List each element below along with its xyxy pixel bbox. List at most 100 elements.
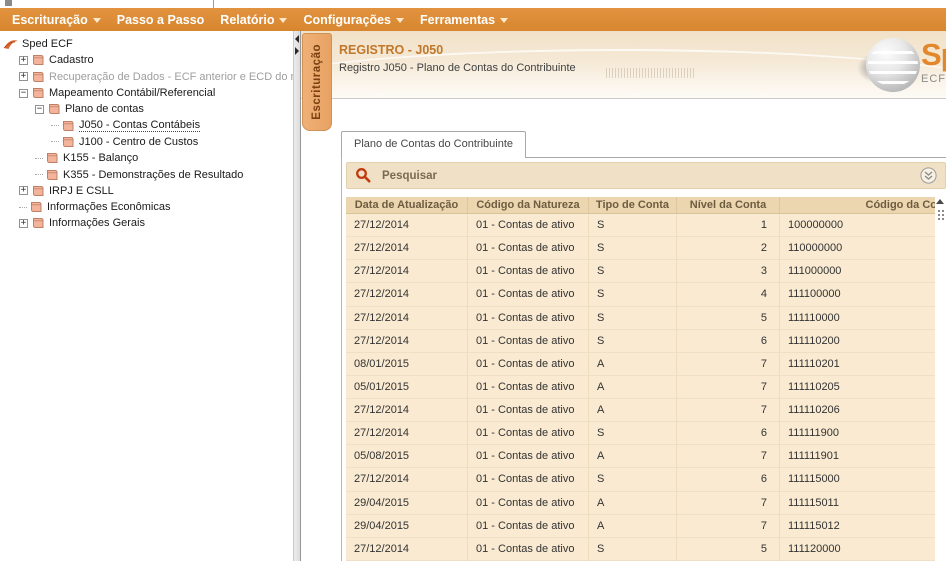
cell-nivel-conta: 6 [677,329,780,353]
tree-item-label: Informações Econômicas [47,201,171,214]
table-row[interactable]: 27/12/2014 01 - Contas de ativo S 5 11112000… [346,537,935,561]
cell-codigo-natureza: 01 - Contas de ativo [468,260,589,284]
table-row[interactable]: 08/01/2015 01 - Contas de ativo A 7 11111020… [346,352,935,376]
cell-data-atualizacao: 27/12/2014 [346,283,468,307]
table-row[interactable]: 27/12/2014 01 - Contas de ativo S 3 11100000… [346,260,935,284]
menu-item-escrituracao[interactable]: Escrituração [4,8,109,31]
cell-tipo-conta: A [589,514,677,538]
table-row[interactable]: 29/04/2015 01 - Contas de ativo A 7 11111501… [346,514,935,538]
search-label: Pesquisar [382,169,437,182]
expand-plus-icon[interactable]: + [19,218,28,228]
panel-splitter[interactable] [293,31,301,561]
cell-nivel-conta: 7 [677,375,780,399]
cell-tipo-conta: A [589,352,677,376]
menu-item-label: Ferramentas [420,12,496,27]
cell-codigo-conta: 111111900 [780,422,935,446]
cell-tipo-conta: A [589,375,677,399]
collapse-right-icon[interactable] [295,47,299,55]
collapse-minus-icon[interactable]: − [35,104,44,114]
cell-codigo-natureza: 01 - Contas de ativo [468,537,589,561]
cell-codigo-conta: 111115011 [780,492,935,515]
accounts-table: Data de Atualização Código da Natureza Tip… [346,197,935,561]
table-row[interactable]: 05/01/2015 01 - Contas de ativo A 7 11111020… [346,375,935,399]
page-title: REGISTRO - J050 [339,43,444,57]
table-row[interactable]: 29/04/2015 01 - Contas de ativo A 7 11111501… [346,491,935,515]
expand-plus-icon[interactable]: + [19,186,28,196]
cell-codigo-natureza: 01 - Contas de ativo [468,422,589,446]
expand-plus-icon[interactable]: + [19,55,28,65]
cell-codigo-conta: 111110206 [780,399,935,423]
cell-codigo-conta: 111115000 [780,468,935,492]
tree-item-plano-de[interactable]: − Plano de contas [0,101,293,117]
search-icon [356,168,371,183]
table-header-row: Data de Atualização Código da Natureza Tip… [346,197,935,214]
menu-item-configuracoes[interactable]: Configurações [295,8,412,31]
cell-nivel-conta: 7 [677,514,780,538]
table-row[interactable]: 27/12/2014 01 - Contas de ativo S 6 11111500… [346,468,935,492]
tree-item-label: J050 - Contas Contábeis [79,119,201,133]
tree-item-sped-ecf[interactable]: Sped ECF [0,36,293,52]
column-header-data-de-atualizacao[interactable]: Data de Atualização [346,197,468,214]
cell-nivel-conta: 7 [677,445,780,469]
tree-item-label: Cadastro [49,54,94,67]
search-panel-header[interactable]: Pesquisar [346,162,946,189]
cell-codigo-natureza: 01 - Contas de ativo [468,214,589,238]
table-row[interactable]: 27/12/2014 01 - Contas de ativo S 4 11110000… [346,283,935,307]
tree-item-irpj-e[interactable]: + IRPJ E CSLL [0,183,293,199]
cell-nivel-conta: 5 [677,306,780,330]
table-row[interactable]: 27/12/2014 01 - Contas de ativo S 2 11000000… [346,237,935,261]
menu-item-relatorio[interactable]: Relatório [212,8,295,31]
tree-connector [35,157,43,159]
tree-item-k355[interactable]: K355 - Demonstrações de Resultado [0,166,293,182]
table-row[interactable]: 27/12/2014 01 - Contas de ativo S 5 11111000… [346,306,935,330]
table-row[interactable]: 05/08/2015 01 - Contas de ativo A 7 11111190… [346,445,935,469]
document-icon [31,54,46,66]
page-banner: REGISTRO - J050 Registro J050 - Plano de… [301,31,946,99]
table-row[interactable]: 27/12/2014 01 - Contas de ativo S 1 10000000… [346,214,935,238]
tab-plano-de-contas[interactable]: Plano de Contas do Contribuinte [341,131,526,158]
cell-codigo-conta: 111100000 [780,283,935,307]
cell-tipo-conta: A [589,445,677,469]
cell-codigo-natureza: 01 - Contas de ativo [468,237,589,261]
menu-item-passo-a-passo[interactable]: Passo a Passo [109,8,213,31]
tree-item-informacoes-economicas[interactable]: Informações Econômicas [0,199,293,215]
tree-item-mapeamento-contabil-referencial[interactable]: − Mapeamento Contábil/Referencial [0,85,293,101]
scrollbar-grip[interactable] [938,210,940,212]
column-header-codigo-da-natureza[interactable]: Código da Natureza [468,197,589,214]
expand-plus-icon[interactable]: + [19,72,28,82]
collapse-left-icon[interactable] [295,35,299,43]
column-header-codigo-da-conta[interactable]: Código da Conta [780,197,935,214]
collapse-chevron-icon[interactable] [920,167,937,184]
cell-data-atualizacao: 08/01/2015 [346,352,468,376]
document-icon [61,136,76,148]
tree-item-k155[interactable]: K155 - Balanço [0,150,293,166]
vertical-tab-escrituracao[interactable]: Escrituração [302,33,332,131]
tree-item-recuperacao-de[interactable]: + Recuperação de Dados - ECF anterior e E… [0,69,293,85]
cell-codigo-conta: 110000000 [780,237,935,261]
cell-codigo-conta: 111110205 [780,376,935,399]
collapse-minus-icon[interactable]: − [19,88,28,98]
scroll-up-icon[interactable] [936,199,944,204]
cell-tipo-conta: S [589,537,677,561]
cell-codigo-conta: 111110200 [780,330,935,353]
table-row[interactable]: 27/12/2014 01 - Contas de ativo S 6 11111020… [346,329,935,353]
cell-data-atualizacao: 27/12/2014 [346,260,468,284]
tree-item-label: Plano de contas [65,103,144,116]
cell-codigo-conta: 111110000 [780,307,935,330]
cell-codigo-natureza: 01 - Contas de ativo [468,352,589,376]
column-header-nivel-da-conta[interactable]: Nível da Conta [677,197,780,214]
tree-item-label: IRPJ E CSLL [49,184,114,197]
menu-item-ferramentas[interactable]: Ferramentas [412,8,516,31]
tree-item-label: Recuperação de Dados - ECF anterior e EC… [49,70,293,83]
tree-item-informacoes-gerais[interactable]: + Informações Gerais [0,215,293,231]
tree-item-j050[interactable]: J050 - Contas Contábeis [0,117,293,133]
tree-connector [19,206,27,208]
table-row[interactable]: 27/12/2014 01 - Contas de ativo A 7 11111020… [346,399,935,423]
tree-item-cadastro[interactable]: + Cadastro [0,52,293,68]
column-header-tipo-de-conta[interactable]: Tipo de Conta [589,197,677,214]
tree-connector [35,174,43,176]
table-scrollbar[interactable] [935,197,946,561]
tree-item-j100[interactable]: J100 - Centro de Custos [0,134,293,150]
cell-tipo-conta: S [589,422,677,446]
table-row[interactable]: 27/12/2014 01 - Contas de ativo S 6 11111190… [346,422,935,446]
